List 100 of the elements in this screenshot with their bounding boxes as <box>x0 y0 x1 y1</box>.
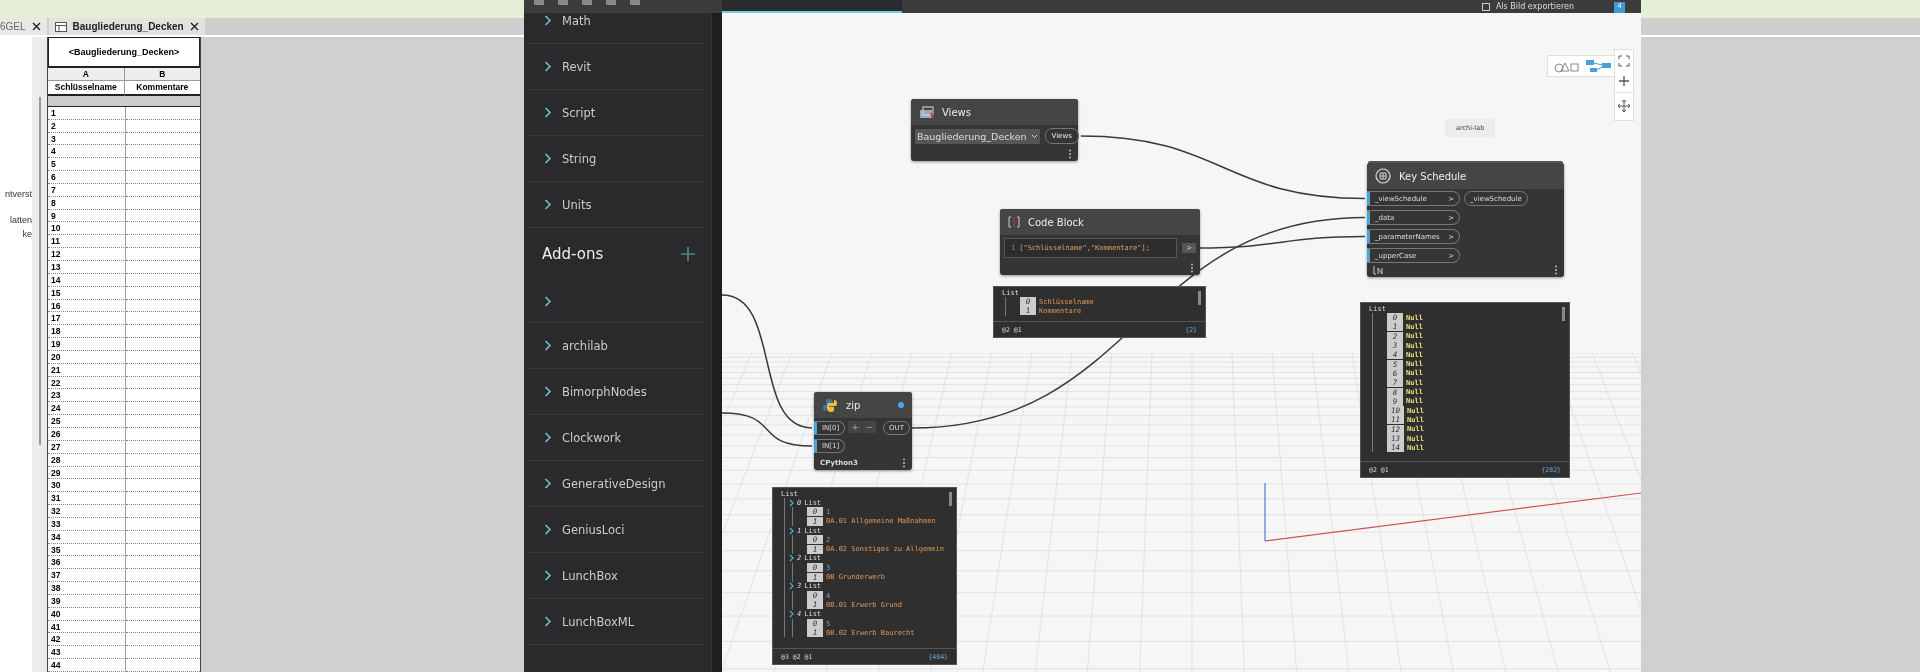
scrollbar[interactable] <box>1198 291 1201 305</box>
chevron-icon[interactable] <box>789 526 794 535</box>
connector-wire[interactable] <box>1197 235 1366 249</box>
table-cell: 9 <box>48 209 126 223</box>
scrollbar[interactable] <box>711 13 722 672</box>
node-header[interactable]: zip <box>814 392 912 418</box>
table-cell: 21 <box>48 363 126 377</box>
table-cell: 18 <box>48 325 126 339</box>
scrollbar[interactable] <box>38 97 41 445</box>
chevron-icon <box>544 15 552 26</box>
library-category[interactable]: GenerativeDesign <box>529 461 703 507</box>
node-header[interactable]: Key Schedule <box>1367 163 1564 189</box>
file-tab[interactable] <box>722 0 902 13</box>
table-cell: 26 <box>48 427 126 441</box>
chevron-icon <box>544 570 552 581</box>
chevron-icon[interactable] <box>789 582 794 591</box>
schedule-icon <box>54 21 67 32</box>
more-icon[interactable] <box>1554 265 1558 275</box>
table-cell: 30 <box>48 479 126 493</box>
section-title: Add-ons <box>542 245 604 263</box>
library-category[interactable]: Revit <box>529 44 703 90</box>
chevron-icon <box>544 524 552 535</box>
chevron-icon <box>544 478 552 489</box>
chevron-icon <box>544 61 552 72</box>
node-header[interactable]: Views <box>911 99 1078 125</box>
table-cell: 19 <box>48 338 126 351</box>
export-label[interactable]: Als Bild exportieren <box>1495 2 1574 11</box>
table-cell: 3 <box>48 132 126 146</box>
library-category[interactable]: String <box>529 136 703 182</box>
table-cell: 2 <box>48 119 126 133</box>
table-cell: 27 <box>48 440 126 454</box>
chevron-icon <box>544 153 552 164</box>
zoom-in-icon[interactable] <box>1619 76 1629 86</box>
view-tab[interactable]: Baugliederung_Decken <box>48 18 205 35</box>
chevron-icon <box>544 432 552 443</box>
more-icon[interactable] <box>1068 149 1072 159</box>
library-category[interactable]: LunchBoxML <box>529 599 703 645</box>
table-cell: 15 <box>48 286 126 300</box>
connector-wire[interactable] <box>722 412 813 447</box>
scrollbar[interactable] <box>1562 307 1565 321</box>
library-category[interactable]: LunchBox <box>529 553 703 599</box>
lacing-icon[interactable] <box>1373 265 1383 275</box>
python-icon <box>822 398 838 412</box>
table-cell: 38 <box>48 582 126 595</box>
table-cell: 24 <box>48 402 126 416</box>
chevron-icon <box>544 386 552 397</box>
add-input-button[interactable]: + <box>848 421 862 433</box>
dropdown[interactable]: Baugliederung_Decken <box>915 128 1040 144</box>
library-category[interactable]: Units <box>529 182 703 228</box>
table-cell: 23 <box>48 389 126 403</box>
table-cell: 36 <box>48 556 126 570</box>
views-icon <box>919 105 934 119</box>
table-cell: 8 <box>48 196 126 210</box>
table-cell: 28 <box>48 453 126 467</box>
library-category[interactable]: Script <box>529 90 703 136</box>
close-icon[interactable] <box>31 22 41 31</box>
node-header[interactable]: Code Block <box>1000 209 1200 235</box>
browser-item[interactable]: latten <box>0 215 32 229</box>
library-category[interactable]: Clockwork <box>529 415 703 461</box>
chevron-icon <box>544 199 552 210</box>
image-icon <box>1481 2 1490 11</box>
chevron-icon[interactable] <box>789 610 794 619</box>
chevron-icon[interactable] <box>789 498 794 507</box>
close-icon[interactable] <box>189 22 199 31</box>
table-cell: 22 <box>48 376 126 390</box>
table-cell: 34 <box>48 530 126 544</box>
table-cell: 10 <box>48 222 126 236</box>
caret-icon <box>1030 133 1038 139</box>
view-tab[interactable]: 6GEL <box>0 18 47 35</box>
library-category[interactable]: Math <box>529 13 703 44</box>
status-dot <box>898 402 904 408</box>
library-category[interactable]: GeniusLoci <box>529 507 703 553</box>
graph-view-icon[interactable] <box>1585 59 1612 73</box>
library-category[interactable]: BimorphNodes <box>529 369 703 415</box>
table-cell: 11 <box>48 235 126 249</box>
table-cell: 37 <box>48 569 126 583</box>
scrollbar[interactable] <box>949 492 952 506</box>
browser-item[interactable]: ntverst <box>0 189 32 203</box>
chevron-icon <box>544 107 552 118</box>
table-cell: 13 <box>48 261 126 274</box>
table-cell: 16 <box>48 299 126 313</box>
more-icon[interactable] <box>1190 263 1194 273</box>
chevron-icon <box>544 295 552 307</box>
browser-item[interactable]: ke <box>0 229 32 243</box>
schedule-icon <box>1375 168 1391 184</box>
table-cell: 42 <box>48 633 126 647</box>
table-cell: 41 <box>48 620 126 634</box>
pan-icon[interactable] <box>1618 100 1630 112</box>
table-cell: 40 <box>48 607 126 621</box>
chevron-icon[interactable] <box>789 554 794 563</box>
add-icon[interactable] <box>681 247 695 261</box>
table-cell: 14 <box>48 273 126 287</box>
table-cell: 44 <box>48 659 126 672</box>
table-cell: 39 <box>48 594 126 608</box>
library-category[interactable]: archilab <box>529 323 703 369</box>
remove-input-button[interactable]: − <box>862 421 877 433</box>
more-icon[interactable] <box>902 458 906 468</box>
table-cell: 1 <box>48 106 126 120</box>
chevron-icon <box>544 340 552 351</box>
fit-view-icon[interactable] <box>1618 55 1630 67</box>
